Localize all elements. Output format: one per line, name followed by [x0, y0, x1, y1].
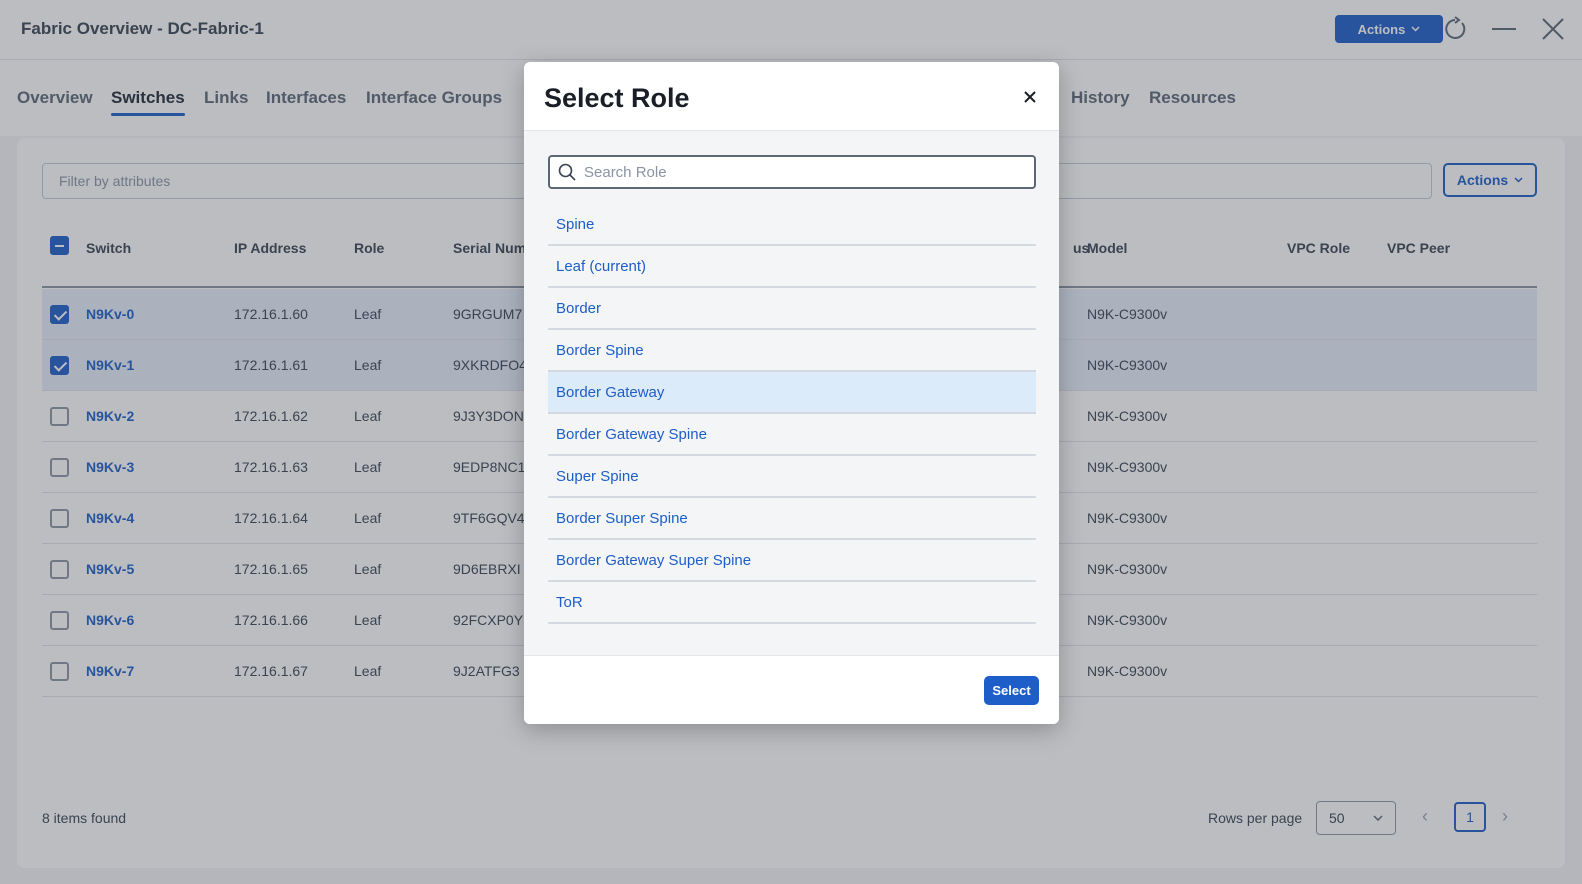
close-icon[interactable] [1019, 86, 1041, 108]
role-option[interactable]: Border [548, 288, 1036, 330]
search-icon [550, 157, 584, 187]
select-button[interactable]: Select [984, 676, 1039, 705]
role-option[interactable]: ToR [548, 582, 1036, 624]
role-option[interactable]: Border Gateway [548, 372, 1036, 414]
role-option[interactable]: Border Super Spine [548, 498, 1036, 540]
role-option[interactable]: Leaf (current) [548, 246, 1036, 288]
dialog-title: Select Role [544, 83, 690, 113]
dialog-footer: Select [524, 655, 1059, 724]
role-option[interactable]: Border Gateway Spine [548, 414, 1036, 456]
dialog-header: Select Role [524, 62, 1059, 131]
dialog-body: SpineLeaf (current)BorderBorder SpineBor… [524, 131, 1059, 655]
role-option[interactable]: Border Gateway Super Spine [548, 540, 1036, 582]
role-option[interactable]: Border Spine [548, 330, 1036, 372]
select-role-dialog: Select Role SpineLeaf (current)BorderBor… [524, 62, 1059, 724]
role-list: Spine Leaf (current) Border Border Spine Bor… [548, 204, 1036, 624]
role-option[interactable]: Super Spine [548, 456, 1036, 498]
role-option[interactable]: Spine [548, 204, 1036, 246]
role-search-box [548, 155, 1036, 189]
role-search-input[interactable] [584, 158, 1024, 186]
